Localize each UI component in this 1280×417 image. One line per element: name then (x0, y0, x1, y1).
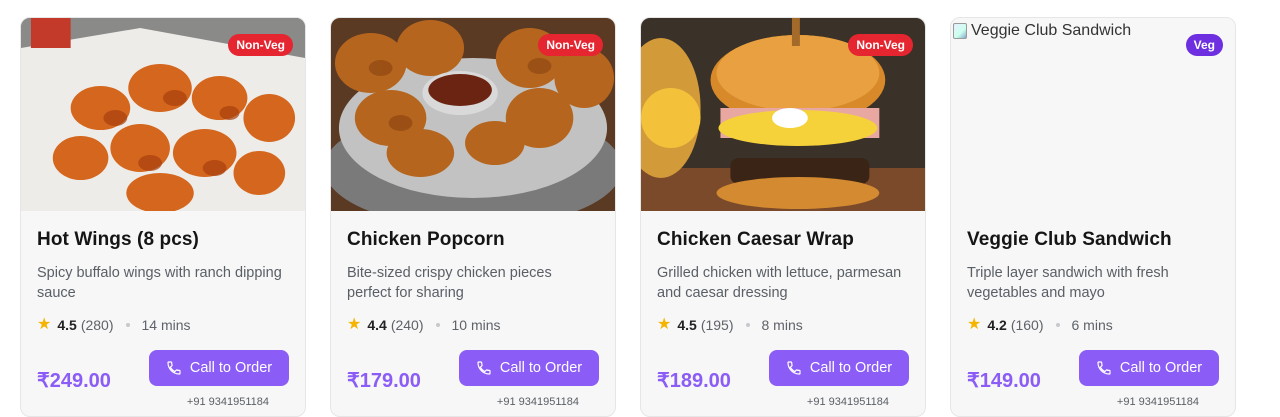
phone-number: +91 9341951184 (1116, 396, 1199, 408)
item-description: Bite-sized crispy chicken pieces perfect… (347, 265, 552, 301)
phone-icon (787, 361, 801, 375)
prep-time: 8 mins (761, 317, 803, 333)
phone-number: +91 9341951184 (806, 396, 889, 408)
separator-dot (1055, 323, 1060, 327)
non-veg-badge: Non-Veg (538, 34, 603, 56)
star-icon: ★ (347, 316, 362, 333)
fried-chicken-photo: Non-Veg (331, 18, 615, 211)
call-to-order-button[interactable]: Call to Order (1079, 350, 1219, 386)
item-title: Veggie Club Sandwich (967, 229, 1172, 250)
call-to-order-label: Call to Order (499, 360, 583, 376)
item-meta: ★ 4.4 (240) 10 mins (347, 316, 599, 334)
call-to-order-label: Call to Order (1119, 360, 1203, 376)
prep-time: 6 mins (1071, 317, 1113, 333)
broken-image-icon (953, 23, 967, 39)
menu-card-chicken-popcorn[interactable]: Non-Veg Chicken Popcorn Bite-sized crisp… (330, 17, 616, 417)
veg-badge: Veg (1185, 34, 1223, 56)
item-price: ₹149.00 (967, 370, 1041, 392)
item-price: ₹189.00 (657, 370, 731, 392)
star-icon: ★ (967, 316, 982, 333)
burger-photo: Non-Veg (641, 18, 925, 211)
item-price: ₹179.00 (347, 370, 421, 392)
hot-wings-photo: Non-Veg (21, 18, 305, 211)
separator-dot (745, 323, 750, 327)
star-icon: ★ (37, 316, 52, 333)
item-meta: ★ 4.5 (195) 8 mins (657, 316, 909, 334)
rating-value: 4.5 (677, 317, 697, 333)
menu-card-hot-wings[interactable]: Non-Veg Hot Wings (8 pcs) Spicy buffalo … (20, 17, 306, 417)
phone-number: +91 9341951184 (186, 396, 269, 408)
item-title: Hot Wings (8 pcs) (37, 229, 199, 250)
call-to-order-label: Call to Order (189, 360, 273, 376)
phone-icon (1097, 361, 1111, 375)
item-description: Spicy buffalo wings with ranch dipping s… (37, 265, 282, 301)
item-price: ₹249.00 (37, 370, 111, 392)
menu-card-veggie-club-sandwich[interactable]: Veggie Club Sandwich Veg Veggie Club San… (950, 17, 1236, 417)
separator-dot (435, 323, 440, 327)
menu-card-chicken-caesar-wrap[interactable]: Non-Veg Chicken Caesar Wrap Grilled chic… (640, 17, 926, 417)
item-description: Grilled chicken with lettuce, parmesan a… (657, 265, 902, 301)
star-icon: ★ (657, 316, 672, 333)
call-to-order-button[interactable]: Call to Order (459, 350, 599, 386)
separator-dot (125, 323, 130, 327)
non-veg-badge: Non-Veg (848, 34, 913, 56)
non-veg-badge: Non-Veg (228, 34, 293, 56)
menu-grid: Non-Veg Hot Wings (8 pcs) Spicy buffalo … (20, 17, 1236, 417)
item-meta: ★ 4.5 (280) 14 mins (37, 316, 289, 334)
phone-icon (167, 361, 181, 375)
item-meta: ★ 4.2 (160) 6 mins (967, 316, 1219, 334)
call-to-order-button[interactable]: Call to Order (149, 350, 289, 386)
image-alt-text: Veggie Club Sandwich (971, 22, 1132, 39)
item-description: Triple layer sandwich with fresh vegetab… (967, 265, 1169, 301)
item-title: Chicken Popcorn (347, 229, 505, 250)
phone-icon (477, 361, 491, 375)
call-to-order-label: Call to Order (809, 360, 893, 376)
sandwich-photo-broken: Veggie Club Sandwich Veg (951, 18, 1235, 211)
prep-time: 14 mins (141, 317, 191, 333)
review-count: (195) (700, 317, 734, 333)
call-to-order-button[interactable]: Call to Order (769, 350, 909, 386)
item-title: Chicken Caesar Wrap (657, 229, 854, 250)
review-count: (160) (1010, 317, 1044, 333)
broken-image: Veggie Club Sandwich (951, 18, 1133, 44)
review-count: (280) (80, 317, 114, 333)
rating-value: 4.5 (57, 317, 77, 333)
rating-value: 4.4 (367, 317, 387, 333)
prep-time: 10 mins (451, 317, 501, 333)
phone-number: +91 9341951184 (496, 396, 579, 408)
review-count: (240) (390, 317, 424, 333)
rating-value: 4.2 (987, 317, 1007, 333)
